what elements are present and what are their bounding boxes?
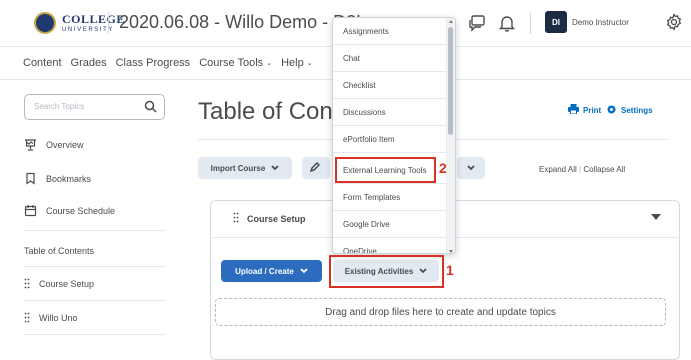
annotation-number-2: 2	[439, 160, 447, 176]
course-title[interactable]: 2020.06.08 - Willo Demo - D2L	[119, 12, 366, 33]
sidebar-item-label: Willo Uno	[39, 313, 78, 323]
import-course-button[interactable]: Import Course	[198, 157, 292, 179]
avatar[interactable]: DI	[545, 11, 567, 33]
chevron-down-icon: ⌄	[306, 60, 313, 67]
bulk-edit-button[interactable]	[302, 157, 330, 179]
calendar-icon	[24, 204, 37, 219]
annotation-highlight-existing-activities	[329, 255, 444, 288]
menu-scrollbar[interactable]	[446, 18, 455, 253]
menu-item-form-templates[interactable]: Form Templates	[333, 184, 447, 211]
sidebar-module-course-setup[interactable]: Course Setup	[24, 276, 94, 292]
bell-icon[interactable]	[497, 13, 517, 33]
search-placeholder: Search Topics	[34, 102, 85, 111]
settings-button[interactable]: Settings	[606, 104, 653, 117]
nav-label: Class Progress	[115, 57, 191, 69]
file-drop-zone[interactable]: Drag and drop files here to create and u…	[215, 298, 666, 326]
print-button[interactable]: Print	[568, 104, 601, 116]
sidebar-module-willo-uno[interactable]: Willo Uno	[24, 310, 78, 326]
nav-content[interactable]: Content	[23, 57, 62, 69]
menu-item-google-drive[interactable]: Google Drive	[333, 211, 447, 238]
menu-item-eportfolio[interactable]: ePortfolio Item	[333, 126, 447, 153]
drag-handle-icon[interactable]	[233, 212, 239, 225]
page-title: Table of Conte	[198, 98, 353, 125]
header-divider	[108, 12, 109, 34]
link-separator: |	[579, 165, 582, 174]
scroll-up-icon[interactable]	[449, 20, 453, 23]
nav-class-progress[interactable]: Class Progress	[116, 57, 191, 69]
drop-zone-text: Drag and drop files here to create and u…	[325, 306, 556, 318]
menu-item-assignments[interactable]: Assignments	[333, 18, 447, 45]
sidebar-item-overview[interactable]: Overview	[24, 137, 84, 153]
toc-heading[interactable]: Table of Contents	[24, 246, 94, 256]
menu-scroll-thumb[interactable]	[448, 27, 453, 135]
sidebar-item-label: Overview	[46, 140, 84, 150]
import-course-label: Import Course	[210, 163, 266, 173]
drag-handle-icon[interactable]	[24, 312, 30, 325]
logo-text: COLLEGE	[62, 12, 125, 26]
printer-icon	[568, 104, 579, 116]
search-input[interactable]: Search Topics	[24, 94, 165, 120]
chevron-down-icon	[300, 267, 308, 276]
menu-item-chat[interactable]: Chat	[333, 45, 447, 72]
annotation-number-1: 1	[446, 262, 454, 278]
college-logo[interactable]: COLLEGE UNIVERSITY	[34, 12, 125, 34]
pencil-icon	[309, 161, 321, 174]
menu-item-discussions[interactable]: Discussions	[333, 99, 447, 126]
message-icon[interactable]	[467, 13, 487, 33]
settings-label: Settings	[621, 106, 653, 115]
nav-label: Content	[23, 57, 62, 69]
print-label: Print	[583, 105, 602, 115]
chevron-down-icon: ⌄	[266, 60, 273, 67]
gear-icon	[606, 104, 617, 117]
sidebar-divider	[24, 334, 166, 335]
menu-item-onedrive[interactable]: OneDrive	[333, 238, 447, 254]
upload-create-label: Upload / Create	[235, 266, 294, 276]
chevron-down-icon	[467, 164, 475, 173]
nav-course-tools[interactable]: Course Tools ⌄	[199, 57, 272, 69]
gear-icon[interactable]	[664, 12, 684, 32]
sidebar-item-label: Bookmarks	[46, 174, 92, 184]
logo-subtext: UNIVERSITY	[62, 27, 115, 33]
sidebar-item-bookmarks[interactable]: Bookmarks	[24, 171, 91, 187]
nav-label: Course Tools	[199, 57, 264, 69]
sidebar-item-course-schedule[interactable]: Course Schedule	[24, 203, 115, 219]
existing-activities-menu: Assignments Chat Checklist Discussions e…	[332, 17, 456, 254]
college-seal-icon	[34, 12, 56, 34]
nav-label: Grades	[70, 57, 107, 69]
header-divider-right	[530, 12, 531, 34]
sidebar-divider	[24, 300, 166, 301]
sidebar-item-label: Course Schedule	[46, 206, 116, 216]
user-name[interactable]: Demo Instructor	[572, 18, 629, 27]
bookmark-icon	[24, 172, 37, 187]
drag-handle-icon[interactable]	[24, 278, 30, 291]
nav-help[interactable]: Help ⌄	[281, 57, 313, 69]
expand-collapse-links: Expand All | Collapse All	[539, 165, 625, 174]
annotation-highlight-external-tools	[335, 157, 436, 183]
chevron-down-icon	[271, 164, 279, 173]
scroll-down-icon[interactable]	[449, 250, 453, 253]
more-actions-button[interactable]	[457, 157, 485, 179]
expand-all-link[interactable]: Expand All	[539, 165, 577, 174]
sidebar: Search Topics Overview Bookmarks Course …	[0, 80, 176, 360]
sidebar-divider	[24, 230, 166, 231]
nav-grades[interactable]: Grades	[71, 57, 107, 69]
sidebar-divider	[24, 266, 166, 267]
overview-icon	[24, 138, 37, 153]
upload-create-button[interactable]: Upload / Create	[221, 260, 322, 282]
search-icon[interactable]	[144, 100, 157, 118]
sidebar-item-label: Course Setup	[39, 279, 95, 289]
nav-label: Help	[281, 57, 304, 69]
module-title[interactable]: Course Setup	[233, 212, 306, 225]
module-title-label: Course Setup	[247, 213, 306, 224]
collapse-caret-icon[interactable]	[651, 214, 661, 220]
collapse-all-link[interactable]: Collapse All	[583, 165, 625, 174]
menu-item-checklist[interactable]: Checklist	[333, 72, 447, 99]
